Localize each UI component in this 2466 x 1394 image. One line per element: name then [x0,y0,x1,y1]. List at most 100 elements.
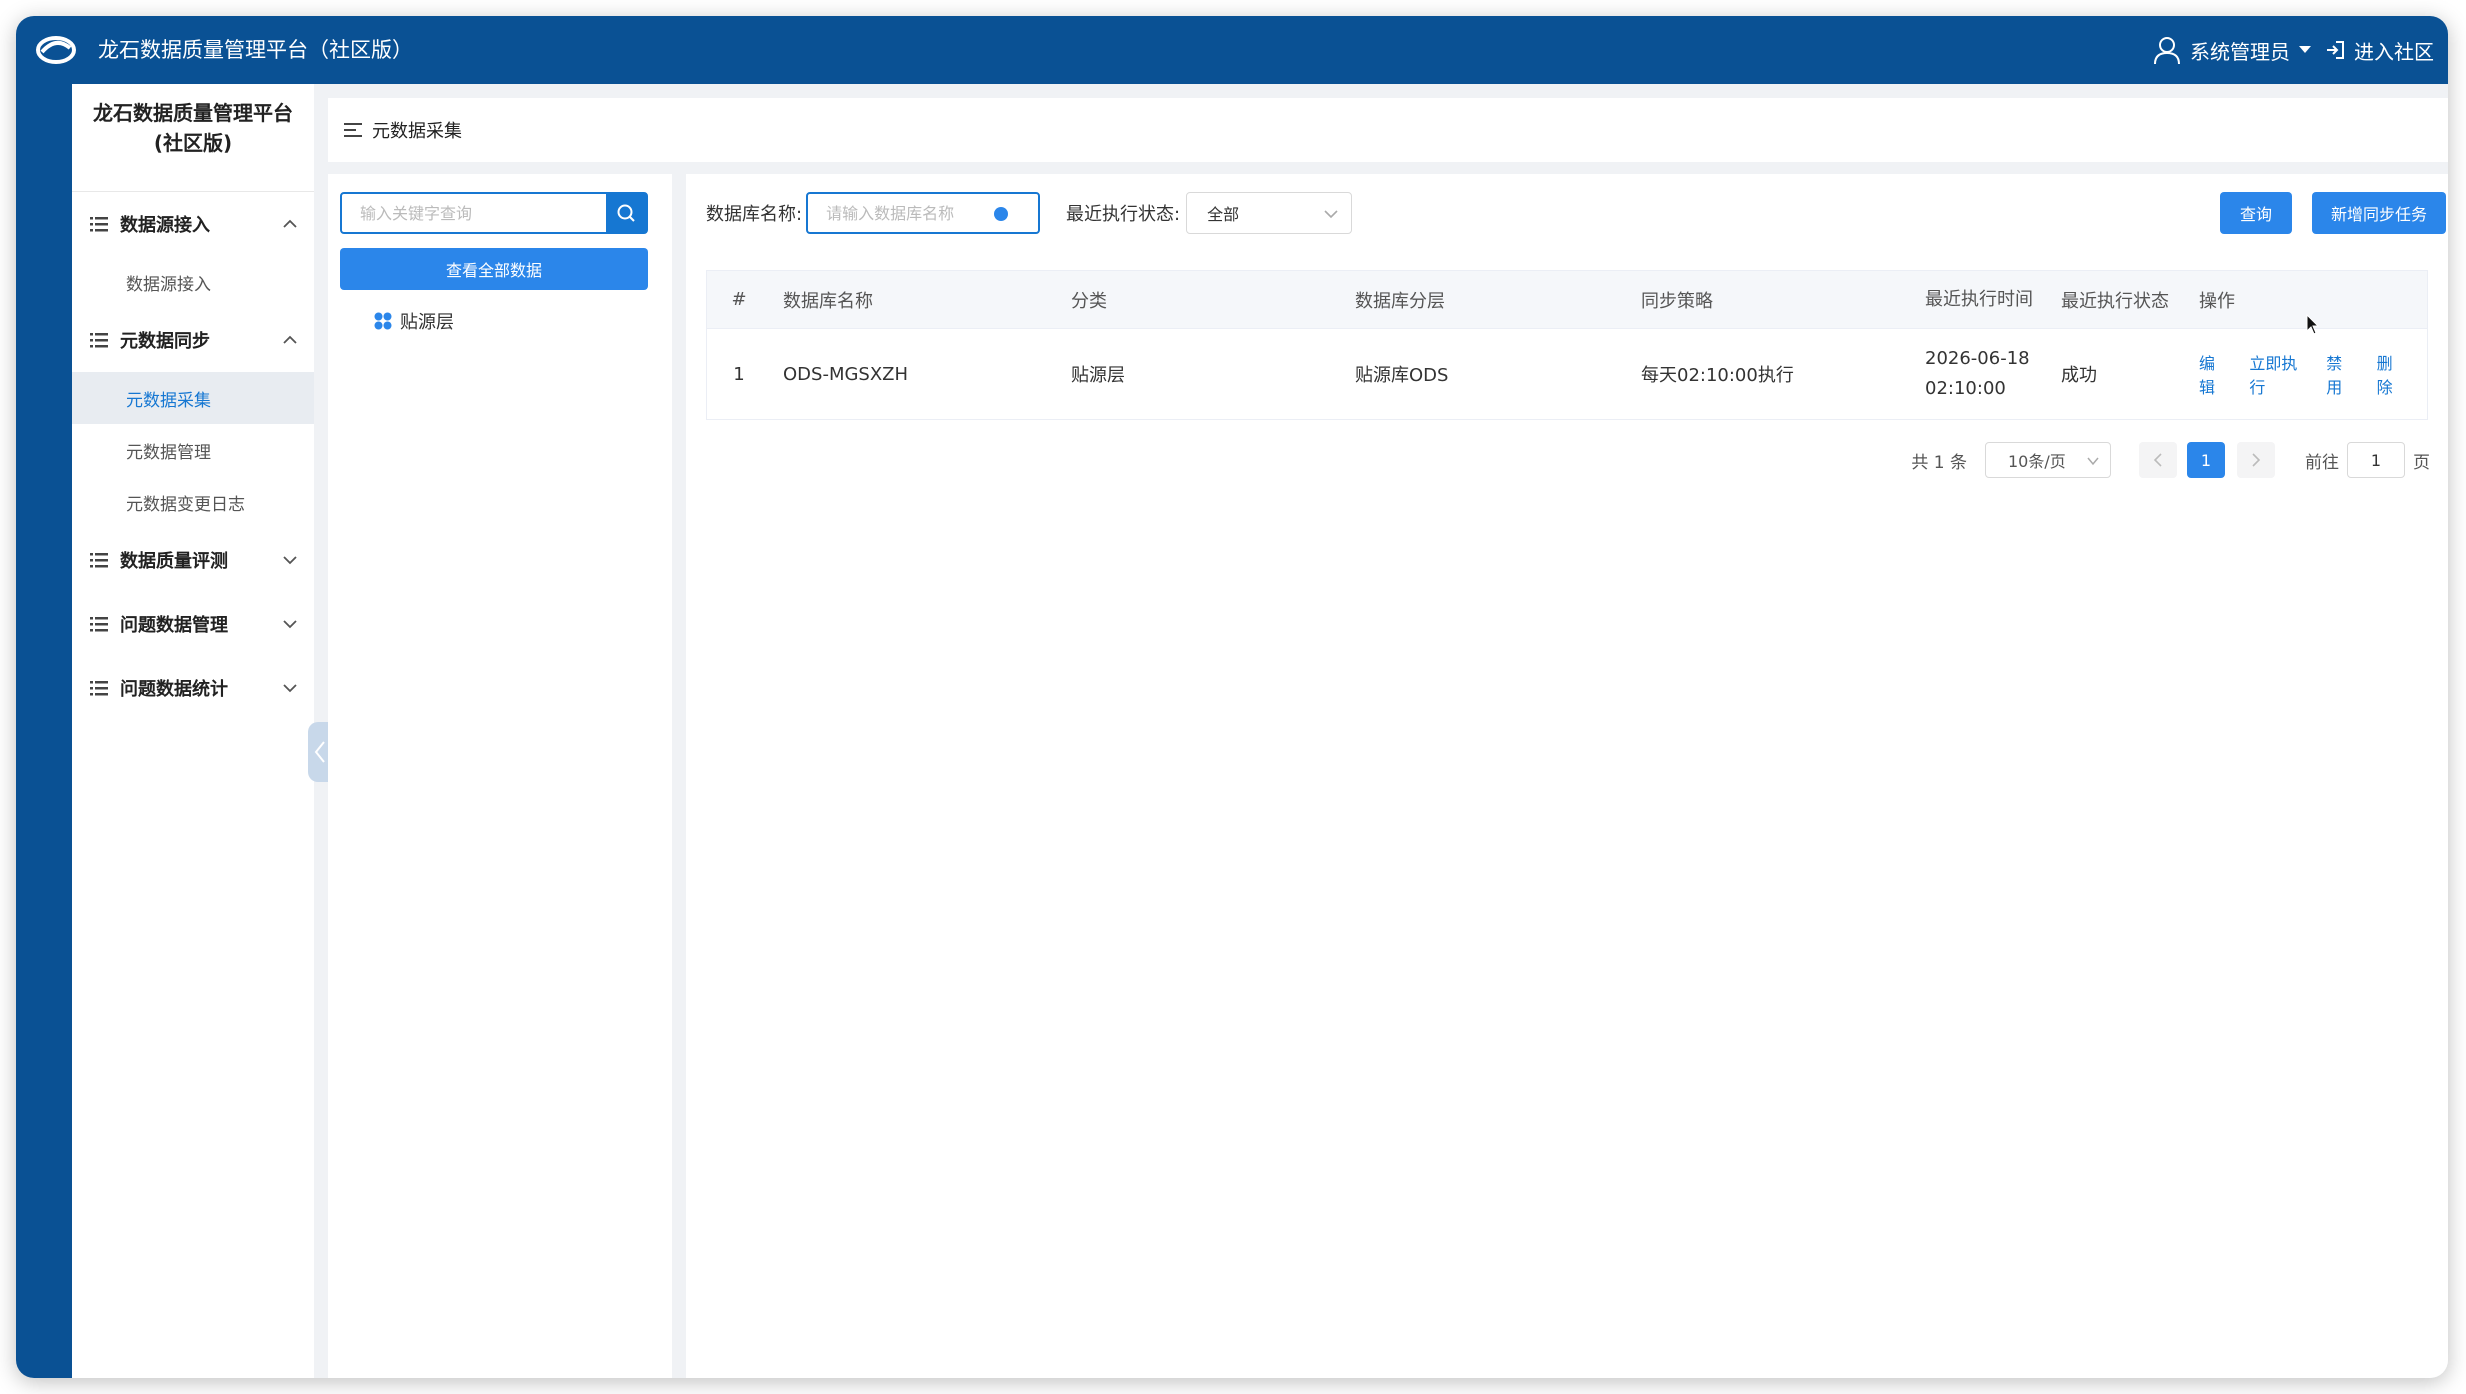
mouse-cursor-icon [2306,314,2320,335]
top-bar: 龙石数据质量管理平台（社区版） 系统管理员 进入社区 [16,16,2448,84]
list-icon [90,553,108,568]
category-icon [374,312,392,330]
filter-status: 最近执行状态: 全部 [1066,192,1353,234]
col-header-strategy: 同步策略 [1641,290,1713,312]
menu-group-label: 问题数据统计 [120,679,228,700]
table-row: 1 ODS-MGSXZH 贴源层 贴源库ODS 每天02:10:00执行 202… [707,329,2427,419]
db-name-input[interactable] [826,203,997,223]
goto-suffix: 页 [2413,452,2430,473]
menu-group-problem-data[interactable]: 问题数据管理 [72,592,314,656]
page-size-select[interactable]: 10条/页 [1985,442,2111,478]
enter-community-link[interactable]: 进入社区 [2324,36,2434,65]
pagination: 共 1 条 10条/页 1 前往 1 页 [1911,442,2430,478]
col-header-category: 分类 [1071,290,1107,312]
menu-group-quality-eval[interactable]: 数据质量评测 [72,528,314,592]
chevron-down-icon [283,620,297,629]
menu-group-label: 元数据同步 [120,331,210,352]
filter-db-name: 数据库名称: [706,192,1041,234]
tree-node-label: 贴源层 [400,312,454,333]
add-sync-task-button[interactable]: 新增同步任务 [2312,192,2446,234]
list-icon [90,681,108,696]
sidebar-title-line2: (社区版) [153,131,233,155]
disable-link[interactable]: 禁用 [2326,350,2352,398]
menu-group-label: 问题数据管理 [120,615,228,636]
sidebar-title-line1: 龙石数据质量管理平台 [93,101,293,125]
db-name-input-wrap [806,192,1041,234]
menu-group-label: 数据质量评测 [120,551,228,572]
chevron-down-icon [283,556,297,565]
tree-search-button[interactable] [606,194,646,232]
status-select-value: 全部 [1207,205,1240,224]
run-now-link[interactable]: 立即执行 [2249,350,2302,398]
col-header-db-name: 数据库名称 [783,290,873,312]
query-button[interactable]: 查询 [2220,192,2292,234]
sidebar-item-datasource[interactable]: 数据源接入 [72,256,314,308]
chevron-right-icon [2252,453,2261,467]
chevron-up-icon [283,219,297,228]
tree-search [340,192,648,234]
input-focus-dot-icon [994,207,1009,221]
chevron-down-icon [283,684,297,693]
menu-fold-icon[interactable] [344,122,362,138]
topbar-actions: 系统管理员 进入社区 [2152,32,2434,68]
login-icon [2327,41,2344,59]
main-panel: 数据库名称: 最近执行状态: 全部 查询 新增同步任务 # 数据库名称 分类 数… [686,174,2448,1378]
search-icon [617,204,635,222]
tree-node[interactable]: 贴源层 [374,308,454,334]
view-all-button[interactable]: 查看全部数据 [340,248,648,290]
sidebar-item-metadata-changelog[interactable]: 元数据变更日志 [72,476,314,528]
menu-group-metadata-sync[interactable]: 元数据同步 [72,308,314,372]
list-icon [90,217,108,232]
status-select[interactable]: 全部 [1186,192,1353,234]
chevron-down-icon [1324,210,1338,219]
cell-ops: 编辑 立即执行 禁用 删除 [2189,350,2427,398]
app-title: 龙石数据质量管理平台（社区版） [98,38,413,62]
cell-last-time-date: 2026-06-18 [1925,348,2030,369]
delete-link[interactable]: 删除 [2377,350,2403,398]
menu-group-datasource[interactable]: 数据源接入 [72,192,314,256]
user-icon [2154,37,2180,65]
goto-page-input[interactable]: 1 [2347,442,2405,478]
cell-status: 成功 [2061,365,2097,386]
col-header-last-time: 最近执行时间 [1925,288,2033,310]
page-size-value: 10条/页 [2008,452,2066,471]
list-icon [90,333,108,348]
cell-category: 贴源层 [1071,365,1125,386]
chevron-left-icon [2153,453,2162,467]
cell-last-time-clock: 02:10:00 [1925,378,2006,399]
cell-strategy: 每天02:10:00执行 [1641,365,1794,386]
tree-search-input[interactable] [342,194,606,232]
col-header-index: # [731,289,747,310]
chevron-down-icon [2087,457,2099,466]
chevron-up-icon [283,335,297,344]
col-header-last-status: 最近执行状态 [2061,290,2169,312]
table-header: # 数据库名称 分类 数据库分层 同步策略 最近执行时间 最近执行状态 操作 [707,271,2427,329]
user-menu[interactable]: 系统管理员 [2152,35,2312,65]
edit-link[interactable]: 编辑 [2199,350,2225,398]
sync-task-table: # 数据库名称 分类 数据库分层 同步策略 最近执行时间 最近执行状态 操作 1… [706,270,2428,420]
chevron-left-icon [314,741,325,763]
cell-last-time: 2026-06-18 02:10:00 [1913,344,2049,404]
breadcrumb: 元数据采集 [328,98,2448,162]
next-page-button[interactable] [2237,442,2275,478]
cell-index: 1 [733,363,745,385]
menu-group-problem-stats[interactable]: 问题数据统计 [72,656,314,720]
sidebar-item-metadata-manage[interactable]: 元数据管理 [72,424,314,476]
goto-prefix: 前往 [2305,452,2339,473]
db-name-label: 数据库名称: [706,204,803,225]
sidebar: 龙石数据质量管理平台 (社区版) 数据源接入 数据源接入 元数据同步 元数据采集… [72,84,314,1378]
pagination-total: 共 1 条 [1911,452,1967,473]
cell-db-name: ODS-MGSXZH [783,363,909,385]
enter-community-label: 进入社区 [2354,39,2434,64]
prev-page-button[interactable] [2139,442,2177,478]
status-label: 最近执行状态: [1066,204,1181,225]
category-tree-panel: 查看全部数据 贴源层 [328,174,672,1378]
col-header-layer: 数据库分层 [1355,290,1445,312]
left-rail [16,84,72,1378]
col-header-ops: 操作 [2199,290,2235,312]
user-name: 系统管理员 [2190,39,2290,64]
logo-icon [36,36,76,64]
sidebar-title: 龙石数据质量管理平台 (社区版) [72,84,314,192]
sidebar-item-metadata-collect[interactable]: 元数据采集 [72,372,314,424]
page-number-button[interactable]: 1 [2187,442,2225,478]
